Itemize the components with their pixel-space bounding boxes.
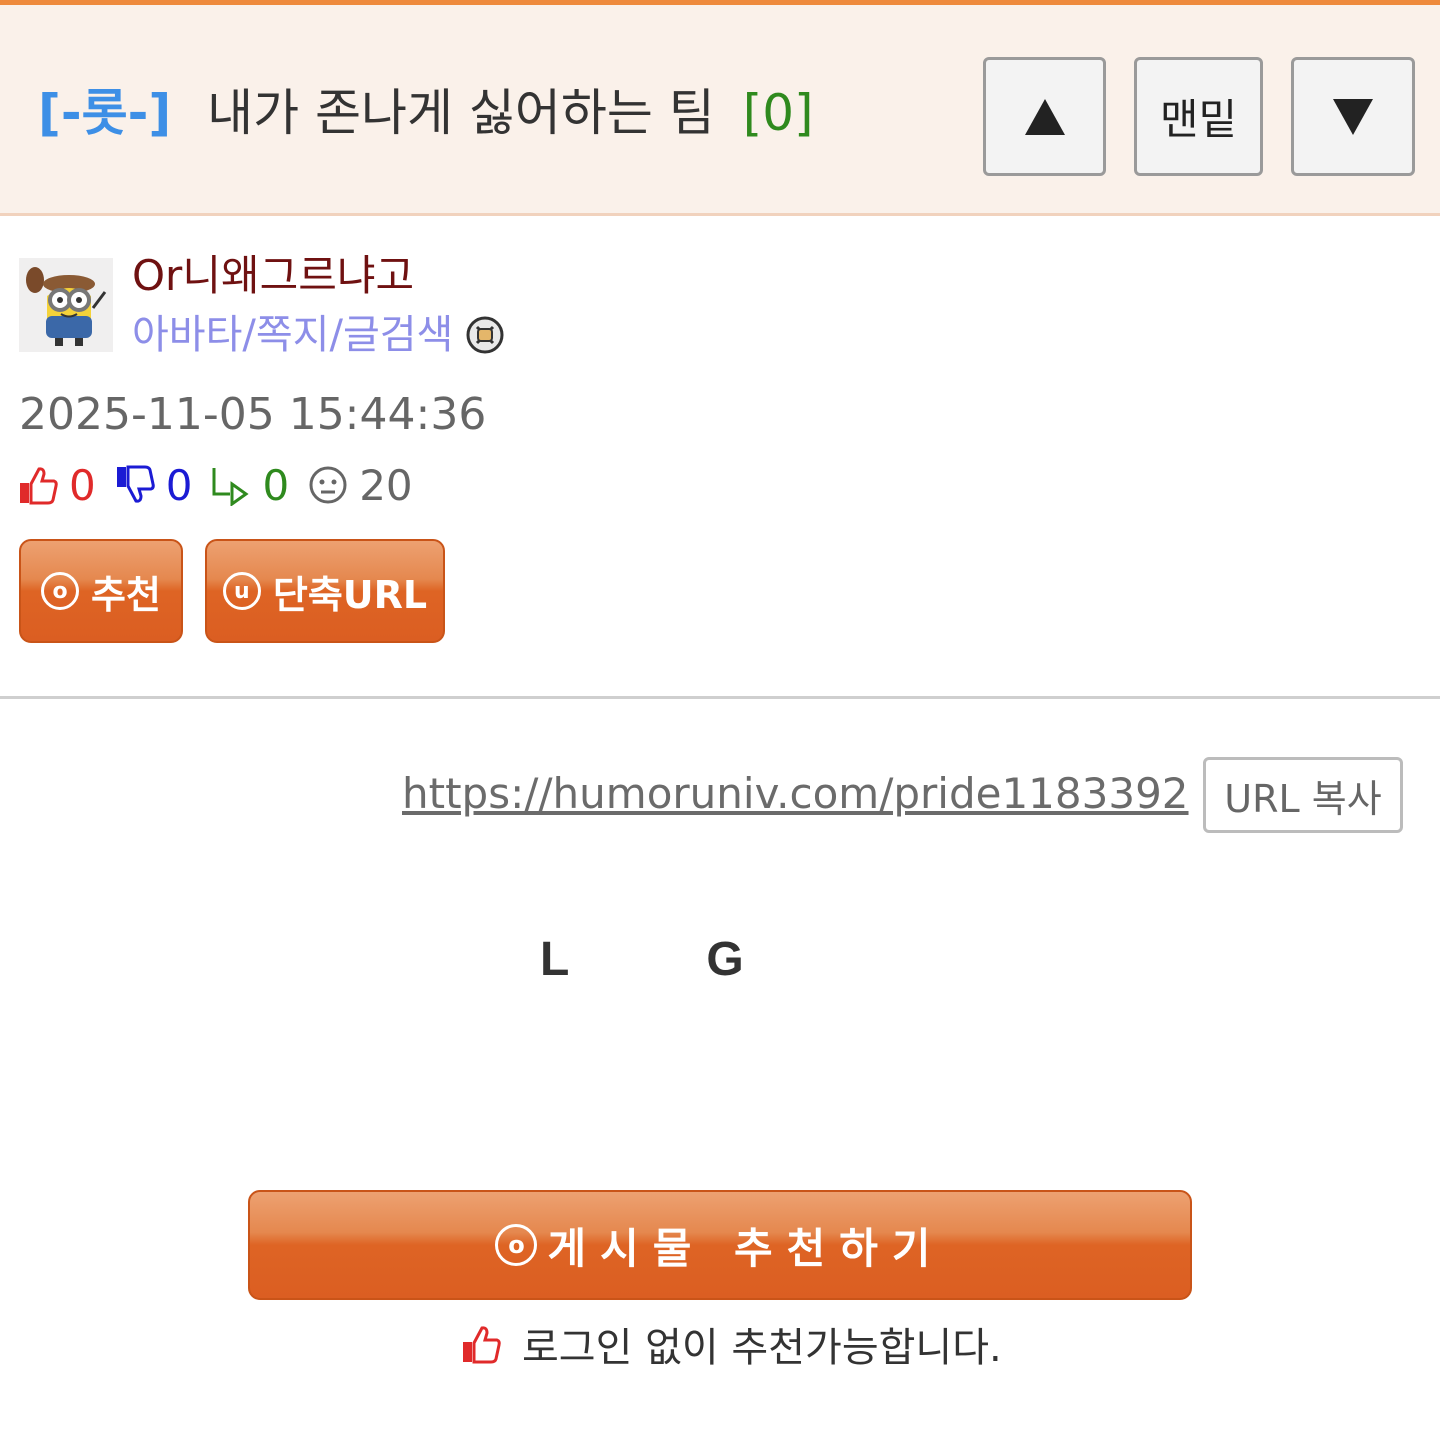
downvote-count: 0 (165, 460, 193, 510)
scroll-up-button[interactable] (983, 57, 1106, 176)
recommend-note: 로그인 없이 추천가능합니다. (460, 1316, 1002, 1372)
recommend-button-label: 추천 (91, 572, 161, 617)
logo-fragment: LG (540, 930, 746, 990)
post-date: 2025-11-05 15:44:36 (19, 389, 487, 440)
post-title: 내가 존나게 싫어하는 팀 (207, 84, 715, 142)
post-url-link[interactable]: https://humoruniv.com/pride1183392 (402, 766, 1189, 822)
logo-fragment-right: G (706, 933, 746, 986)
thumbs-up-icon (463, 1326, 501, 1364)
section-divider (0, 696, 1440, 699)
short-url-button[interactable]: u 단축URL (205, 539, 445, 643)
circle-u-icon: u (222, 572, 261, 610)
author-links: 아바타/쪽지/글검색 (132, 310, 505, 360)
reply-count: 0 (262, 460, 290, 510)
thumbs-down-icon (116, 465, 155, 503)
category-tag[interactable]: [-롯-] (38, 84, 171, 142)
logo-fragment-left: L (540, 933, 572, 986)
view-count: 20 (359, 460, 413, 510)
triangle-down-icon (1333, 98, 1373, 135)
view-face-icon (309, 466, 347, 504)
comment-count[interactable]: [0] (743, 84, 814, 142)
author-links-text[interactable]: 아바타/쪽지/글검색 (132, 310, 453, 360)
scroll-bottom-button[interactable]: 맨밑 (1134, 57, 1263, 176)
scroll-down-button[interactable] (1291, 57, 1415, 176)
no-avatar-badge-icon (466, 316, 504, 354)
recommend-button[interactable]: o 추천 (19, 539, 183, 643)
post-header: [-롯-] 내가 존나게 싫어하는 팀 [0] 맨밑 (0, 5, 1440, 216)
reply-icon (212, 468, 250, 506)
post-stats: 0 0 0 20 (17, 458, 431, 512)
upvote-count: 0 (69, 460, 96, 510)
page-title: [-롯-] 내가 존나게 싫어하는 팀 [0] (38, 81, 814, 145)
minion-avatar-icon (19, 258, 113, 352)
short-url-button-label: 단축URL (272, 572, 428, 617)
thumbs-up-icon (20, 467, 58, 505)
circle-o-icon: o (495, 1224, 538, 1266)
triangle-up-icon (1024, 98, 1065, 135)
author-avatar[interactable] (19, 258, 113, 352)
author-name[interactable]: Or니왜그르냐고 (132, 250, 414, 302)
recommend-note-text: 로그인 없이 추천가능합니다. (522, 1325, 1002, 1371)
post-recommend-button[interactable]: o 게시물 추천하기 (248, 1190, 1192, 1300)
post-recommend-button-label: 게시물 추천하기 (547, 1223, 945, 1273)
circle-o-icon: o (41, 572, 80, 610)
copy-url-button[interactable]: URL 복사 (1203, 757, 1403, 833)
